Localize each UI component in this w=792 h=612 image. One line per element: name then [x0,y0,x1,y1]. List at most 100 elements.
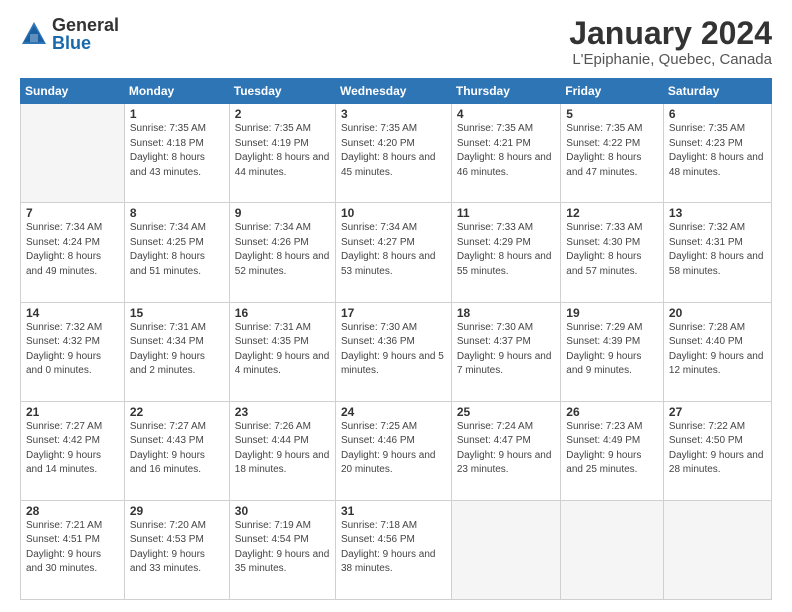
calendar-cell: 28 Sunrise: 7:21 AMSunset: 4:51 PMDaylig… [21,500,125,599]
cell-info: Sunrise: 7:27 AMSunset: 4:42 PMDaylight:… [26,420,119,478]
day-number: 7 [26,206,119,220]
logo-general-text: General [52,16,119,34]
calendar-cell: 10 Sunrise: 7:34 AMSunset: 4:27 PMDaylig… [335,203,451,302]
cell-info: Sunrise: 7:28 AMSunset: 4:40 PMDaylight:… [669,321,766,379]
week-row-5: 28 Sunrise: 7:21 AMSunset: 4:51 PMDaylig… [21,500,772,599]
calendar-cell: 19 Sunrise: 7:29 AMSunset: 4:39 PMDaylig… [561,302,664,401]
calendar-cell: 21 Sunrise: 7:27 AMSunset: 4:42 PMDaylig… [21,401,125,500]
calendar-cell: 25 Sunrise: 7:24 AMSunset: 4:47 PMDaylig… [451,401,560,500]
day-number: 28 [26,504,119,518]
day-number: 17 [341,306,446,320]
calendar-cell [451,500,560,599]
day-number: 5 [566,107,658,121]
cell-info: Sunrise: 7:18 AMSunset: 4:56 PMDaylight:… [341,519,446,577]
calendar-cell: 11 Sunrise: 7:33 AMSunset: 4:29 PMDaylig… [451,203,560,302]
cell-info: Sunrise: 7:20 AMSunset: 4:53 PMDaylight:… [130,519,224,577]
calendar-cell: 23 Sunrise: 7:26 AMSunset: 4:44 PMDaylig… [229,401,335,500]
day-number: 30 [235,504,330,518]
week-row-4: 21 Sunrise: 7:27 AMSunset: 4:42 PMDaylig… [21,401,772,500]
cell-info: Sunrise: 7:21 AMSunset: 4:51 PMDaylight:… [26,519,119,577]
day-number: 1 [130,107,224,121]
cell-info: Sunrise: 7:31 AMSunset: 4:35 PMDaylight:… [235,321,330,379]
day-number: 2 [235,107,330,121]
day-number: 22 [130,405,224,419]
day-number: 9 [235,206,330,220]
logo: General Blue [20,16,119,52]
calendar-cell: 16 Sunrise: 7:31 AMSunset: 4:35 PMDaylig… [229,302,335,401]
main-title: January 2024 [569,16,772,51]
title-block: January 2024 L'Epiphanie, Quebec, Canada [569,16,772,68]
cell-info: Sunrise: 7:31 AMSunset: 4:34 PMDaylight:… [130,321,224,379]
header: General Blue January 2024 L'Epiphanie, Q… [20,16,772,68]
cell-info: Sunrise: 7:26 AMSunset: 4:44 PMDaylight:… [235,420,330,478]
day-header-thursday: Thursday [451,79,560,104]
calendar-cell: 27 Sunrise: 7:22 AMSunset: 4:50 PMDaylig… [663,401,771,500]
page-container: General Blue January 2024 L'Epiphanie, Q… [0,0,792,612]
calendar-cell: 15 Sunrise: 7:31 AMSunset: 4:34 PMDaylig… [124,302,229,401]
cell-info: Sunrise: 7:34 AMSunset: 4:27 PMDaylight:… [341,221,446,279]
cell-info: Sunrise: 7:29 AMSunset: 4:39 PMDaylight:… [566,321,658,379]
calendar-cell: 14 Sunrise: 7:32 AMSunset: 4:32 PMDaylig… [21,302,125,401]
day-header-friday: Friday [561,79,664,104]
day-number: 29 [130,504,224,518]
day-number: 21 [26,405,119,419]
cell-info: Sunrise: 7:19 AMSunset: 4:54 PMDaylight:… [235,519,330,577]
calendar-cell: 24 Sunrise: 7:25 AMSunset: 4:46 PMDaylig… [335,401,451,500]
week-row-2: 7 Sunrise: 7:34 AMSunset: 4:24 PMDayligh… [21,203,772,302]
day-number: 31 [341,504,446,518]
day-number: 24 [341,405,446,419]
day-number: 18 [457,306,555,320]
calendar-cell: 29 Sunrise: 7:20 AMSunset: 4:53 PMDaylig… [124,500,229,599]
calendar-cell: 20 Sunrise: 7:28 AMSunset: 4:40 PMDaylig… [663,302,771,401]
calendar-cell: 7 Sunrise: 7:34 AMSunset: 4:24 PMDayligh… [21,203,125,302]
day-number: 4 [457,107,555,121]
calendar-cell: 31 Sunrise: 7:18 AMSunset: 4:56 PMDaylig… [335,500,451,599]
cell-info: Sunrise: 7:35 AMSunset: 4:23 PMDaylight:… [669,122,766,180]
calendar-cell: 1 Sunrise: 7:35 AMSunset: 4:18 PMDayligh… [124,104,229,203]
calendar-cell [21,104,125,203]
calendar-cell: 17 Sunrise: 7:30 AMSunset: 4:36 PMDaylig… [335,302,451,401]
day-number: 13 [669,206,766,220]
cell-info: Sunrise: 7:35 AMSunset: 4:22 PMDaylight:… [566,122,658,180]
day-number: 23 [235,405,330,419]
calendar-cell: 18 Sunrise: 7:30 AMSunset: 4:37 PMDaylig… [451,302,560,401]
day-number: 11 [457,206,555,220]
cell-info: Sunrise: 7:35 AMSunset: 4:18 PMDaylight:… [130,122,224,180]
calendar-cell: 12 Sunrise: 7:33 AMSunset: 4:30 PMDaylig… [561,203,664,302]
day-header-tuesday: Tuesday [229,79,335,104]
cell-info: Sunrise: 7:33 AMSunset: 4:30 PMDaylight:… [566,221,658,279]
day-header-sunday: Sunday [21,79,125,104]
logo-text: General Blue [52,16,119,52]
cell-info: Sunrise: 7:32 AMSunset: 4:31 PMDaylight:… [669,221,766,279]
calendar-cell: 30 Sunrise: 7:19 AMSunset: 4:54 PMDaylig… [229,500,335,599]
calendar-cell: 22 Sunrise: 7:27 AMSunset: 4:43 PMDaylig… [124,401,229,500]
cell-info: Sunrise: 7:34 AMSunset: 4:24 PMDaylight:… [26,221,119,279]
week-row-3: 14 Sunrise: 7:32 AMSunset: 4:32 PMDaylig… [21,302,772,401]
day-number: 3 [341,107,446,121]
cell-info: Sunrise: 7:35 AMSunset: 4:20 PMDaylight:… [341,122,446,180]
week-row-1: 1 Sunrise: 7:35 AMSunset: 4:18 PMDayligh… [21,104,772,203]
day-number: 25 [457,405,555,419]
cell-info: Sunrise: 7:33 AMSunset: 4:29 PMDaylight:… [457,221,555,279]
day-number: 12 [566,206,658,220]
cell-info: Sunrise: 7:34 AMSunset: 4:25 PMDaylight:… [130,221,224,279]
cell-info: Sunrise: 7:30 AMSunset: 4:36 PMDaylight:… [341,321,446,379]
calendar-cell: 3 Sunrise: 7:35 AMSunset: 4:20 PMDayligh… [335,104,451,203]
day-header-monday: Monday [124,79,229,104]
day-number: 14 [26,306,119,320]
cell-info: Sunrise: 7:30 AMSunset: 4:37 PMDaylight:… [457,321,555,379]
calendar-cell: 2 Sunrise: 7:35 AMSunset: 4:19 PMDayligh… [229,104,335,203]
calendar-cell: 13 Sunrise: 7:32 AMSunset: 4:31 PMDaylig… [663,203,771,302]
day-number: 15 [130,306,224,320]
day-number: 8 [130,206,224,220]
header-row: SundayMondayTuesdayWednesdayThursdayFrid… [21,79,772,104]
day-number: 6 [669,107,766,121]
cell-info: Sunrise: 7:34 AMSunset: 4:26 PMDaylight:… [235,221,330,279]
cell-info: Sunrise: 7:25 AMSunset: 4:46 PMDaylight:… [341,420,446,478]
calendar-cell: 4 Sunrise: 7:35 AMSunset: 4:21 PMDayligh… [451,104,560,203]
calendar-cell [663,500,771,599]
calendar-cell: 5 Sunrise: 7:35 AMSunset: 4:22 PMDayligh… [561,104,664,203]
subtitle: L'Epiphanie, Quebec, Canada [569,51,772,68]
day-number: 26 [566,405,658,419]
day-number: 16 [235,306,330,320]
